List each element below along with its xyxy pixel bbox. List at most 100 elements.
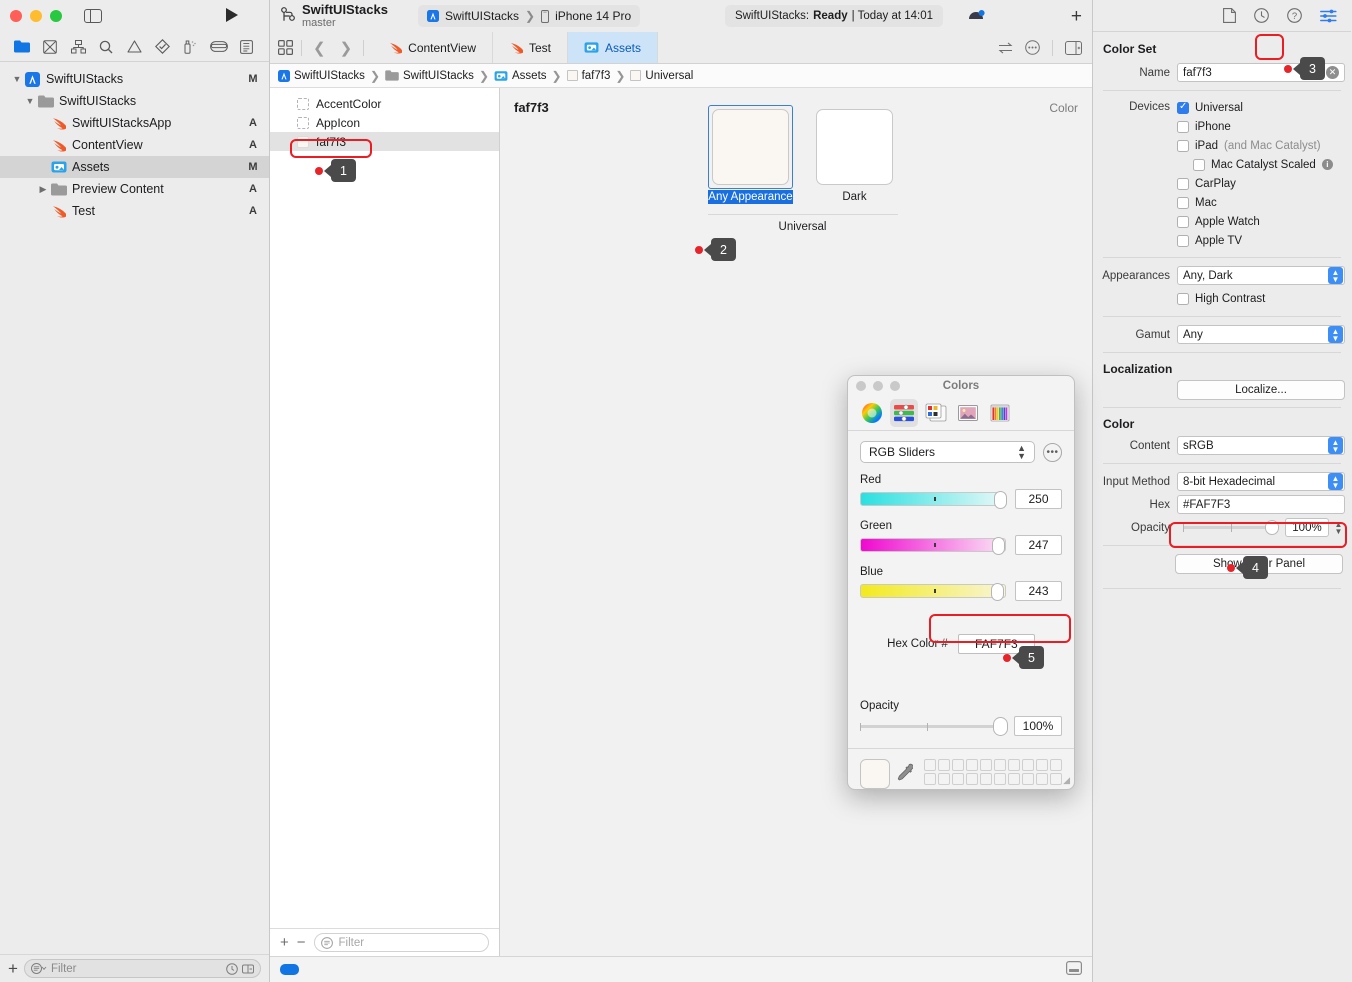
- navigator-tabbar[interactable]: [0, 32, 269, 62]
- device-mac-row[interactable]: Mac: [1177, 193, 1345, 212]
- opacity-slider[interactable]: [1183, 520, 1279, 535]
- opacity-value[interactable]: 100%: [1285, 518, 1329, 537]
- breakpoint-icon[interactable]: [209, 39, 228, 55]
- disclosure-open-icon[interactable]: ▼: [10, 74, 24, 84]
- any-appearance-swatch[interactable]: Any Appearance: [708, 105, 793, 204]
- colors-panel-window[interactable]: Colors RGB Sliders ▲ ▼ ••• Red 250 Green…: [847, 375, 1075, 790]
- asset-filter-input[interactable]: Filter: [313, 933, 489, 952]
- slider-knob[interactable]: [992, 537, 1005, 555]
- color-swatch-palette[interactable]: [924, 759, 1062, 785]
- checkbox-icon[interactable]: [1177, 215, 1189, 228]
- search-icon[interactable]: [97, 39, 115, 55]
- status-bar[interactable]: SwiftUIStacks: Ready | Today at 14:01: [724, 5, 944, 27]
- document-icon[interactable]: [1223, 8, 1236, 23]
- palette-swatch[interactable]: [994, 759, 1006, 771]
- gamut-select[interactable]: Any ▲ ▼: [1177, 325, 1345, 344]
- inspector-tabbar[interactable]: ?: [1093, 0, 1351, 32]
- close-button[interactable]: [10, 10, 22, 22]
- palette-swatch[interactable]: [1036, 773, 1048, 785]
- traffic-light-buttons[interactable]: [10, 10, 62, 22]
- chevron-updown-icon[interactable]: ▲ ▼: [1328, 473, 1343, 490]
- current-color-well[interactable]: [860, 759, 890, 789]
- clock-icon[interactable]: [1254, 8, 1269, 23]
- options-menu-button[interactable]: •••: [1043, 442, 1062, 462]
- panel-opacity-value[interactable]: 100%: [1014, 716, 1062, 736]
- asset-rows[interactable]: AccentColor AppIcon faf7f3: [270, 88, 499, 928]
- breadcrumb-item-universal[interactable]: Universal: [630, 70, 693, 82]
- folder-icon[interactable]: [13, 39, 31, 55]
- run-button[interactable]: [225, 7, 239, 26]
- checkbox-icon[interactable]: [1177, 234, 1189, 247]
- palette-swatch[interactable]: [1050, 773, 1062, 785]
- color-sliders-tab[interactable]: [890, 399, 918, 428]
- warning-icon[interactable]: [125, 39, 143, 55]
- palette-swatch[interactable]: [924, 773, 936, 785]
- blue-slider-track[interactable]: [860, 583, 1006, 601]
- attributes-inspector-tab[interactable]: [1320, 9, 1337, 23]
- blue-value-field[interactable]: 243: [1015, 581, 1062, 601]
- hierarchy-icon[interactable]: [69, 39, 87, 55]
- slider-knob[interactable]: [993, 716, 1008, 736]
- localize-button[interactable]: Localize...: [1177, 379, 1345, 400]
- palette-swatch[interactable]: [952, 759, 964, 771]
- selected-device-indicator[interactable]: [280, 964, 299, 975]
- chevron-updown-icon[interactable]: ▲ ▼: [1328, 267, 1343, 284]
- color-wheel-tab[interactable]: [858, 399, 886, 427]
- pencils-tab[interactable]: [986, 399, 1014, 427]
- chevron-updown-icon[interactable]: ▲ ▼: [1328, 326, 1343, 343]
- breadcrumb-item-color[interactable]: faf7f3: [566, 70, 610, 82]
- palette-row[interactable]: [924, 759, 1062, 771]
- device-apple-watch-row[interactable]: Apple Watch: [1177, 212, 1345, 231]
- eyedropper-icon[interactable]: [897, 763, 914, 788]
- tree-item-preview-content[interactable]: ▶ Preview Content A: [0, 178, 269, 200]
- palette-swatch[interactable]: [980, 773, 992, 785]
- checkbox-icon[interactable]: [1177, 177, 1189, 190]
- add-editor-button[interactable]: +: [1071, 7, 1082, 26]
- checkbox-icon[interactable]: [1177, 196, 1189, 209]
- palette-swatch[interactable]: [994, 773, 1006, 785]
- asset-row-appicon[interactable]: AppIcon: [270, 113, 499, 132]
- navigator-filter-input[interactable]: Filter: [23, 959, 261, 978]
- checkbox-checked-icon[interactable]: [1177, 101, 1189, 114]
- input-method-select[interactable]: 8-bit Hexadecimal ▲ ▼: [1177, 472, 1345, 491]
- content-select[interactable]: sRGB ▲ ▼: [1177, 436, 1345, 455]
- colors-panel-tabs[interactable]: [848, 397, 1074, 431]
- breadcrumb-item-folder[interactable]: SwiftUIStacks: [385, 70, 474, 82]
- chevron-updown-icon[interactable]: ▲ ▼: [1017, 444, 1026, 461]
- tab-assets[interactable]: Assets: [568, 32, 659, 63]
- remove-asset-button[interactable]: −: [297, 935, 306, 950]
- palette-swatch[interactable]: [966, 759, 978, 771]
- color-palettes-tab[interactable]: [922, 399, 950, 427]
- device-iphone-row[interactable]: iPhone: [1177, 117, 1345, 136]
- hex-field[interactable]: #FAF7F3: [1177, 495, 1345, 514]
- report-icon[interactable]: [238, 39, 256, 55]
- checkbox-icon[interactable]: [1193, 158, 1205, 171]
- device-carplay-row[interactable]: CarPlay: [1177, 174, 1345, 193]
- spray-icon[interactable]: [182, 39, 200, 55]
- resize-grip-icon[interactable]: ◢: [1063, 775, 1070, 786]
- tab-test[interactable]: Test: [493, 32, 568, 63]
- slider-mode-select[interactable]: RGB Sliders ▲ ▼: [860, 441, 1035, 463]
- device-ipad-row[interactable]: iPad (and Mac Catalyst): [1177, 136, 1345, 155]
- asset-row-accentcolor[interactable]: AccentColor: [270, 94, 499, 113]
- device-apple-tv-row[interactable]: Apple TV: [1177, 231, 1345, 250]
- account-avatar-icon[interactable]: [967, 8, 986, 25]
- green-slider-track[interactable]: [860, 537, 1006, 555]
- disclosure-closed-icon[interactable]: ▶: [36, 184, 50, 195]
- chevron-updown-icon[interactable]: ▲ ▼: [1328, 437, 1343, 454]
- panel-opacity-slider[interactable]: [860, 716, 1008, 736]
- high-contrast-row[interactable]: High Contrast: [1099, 288, 1345, 309]
- disclosure-open-icon[interactable]: ▼: [23, 96, 37, 106]
- tree-item-test[interactable]: Test A: [0, 200, 269, 222]
- checkbox-icon[interactable]: [1177, 139, 1189, 152]
- tree-item-swiftuistacks-project[interactable]: ▼ SwiftUIStacks M: [0, 68, 269, 90]
- help-icon[interactable]: ?: [1287, 8, 1302, 23]
- green-value-field[interactable]: 247: [1015, 535, 1062, 555]
- diamond-check-icon[interactable]: [154, 39, 172, 55]
- add-file-button[interactable]: +: [8, 960, 18, 977]
- checkbox-icon[interactable]: [1177, 120, 1189, 133]
- tab-contentview[interactable]: ContentView: [372, 32, 493, 63]
- asset-faf7f3-row[interactable]: faf7f3: [270, 132, 499, 151]
- swatch-frame[interactable]: [708, 105, 793, 189]
- red-value-field[interactable]: 250: [1015, 489, 1062, 509]
